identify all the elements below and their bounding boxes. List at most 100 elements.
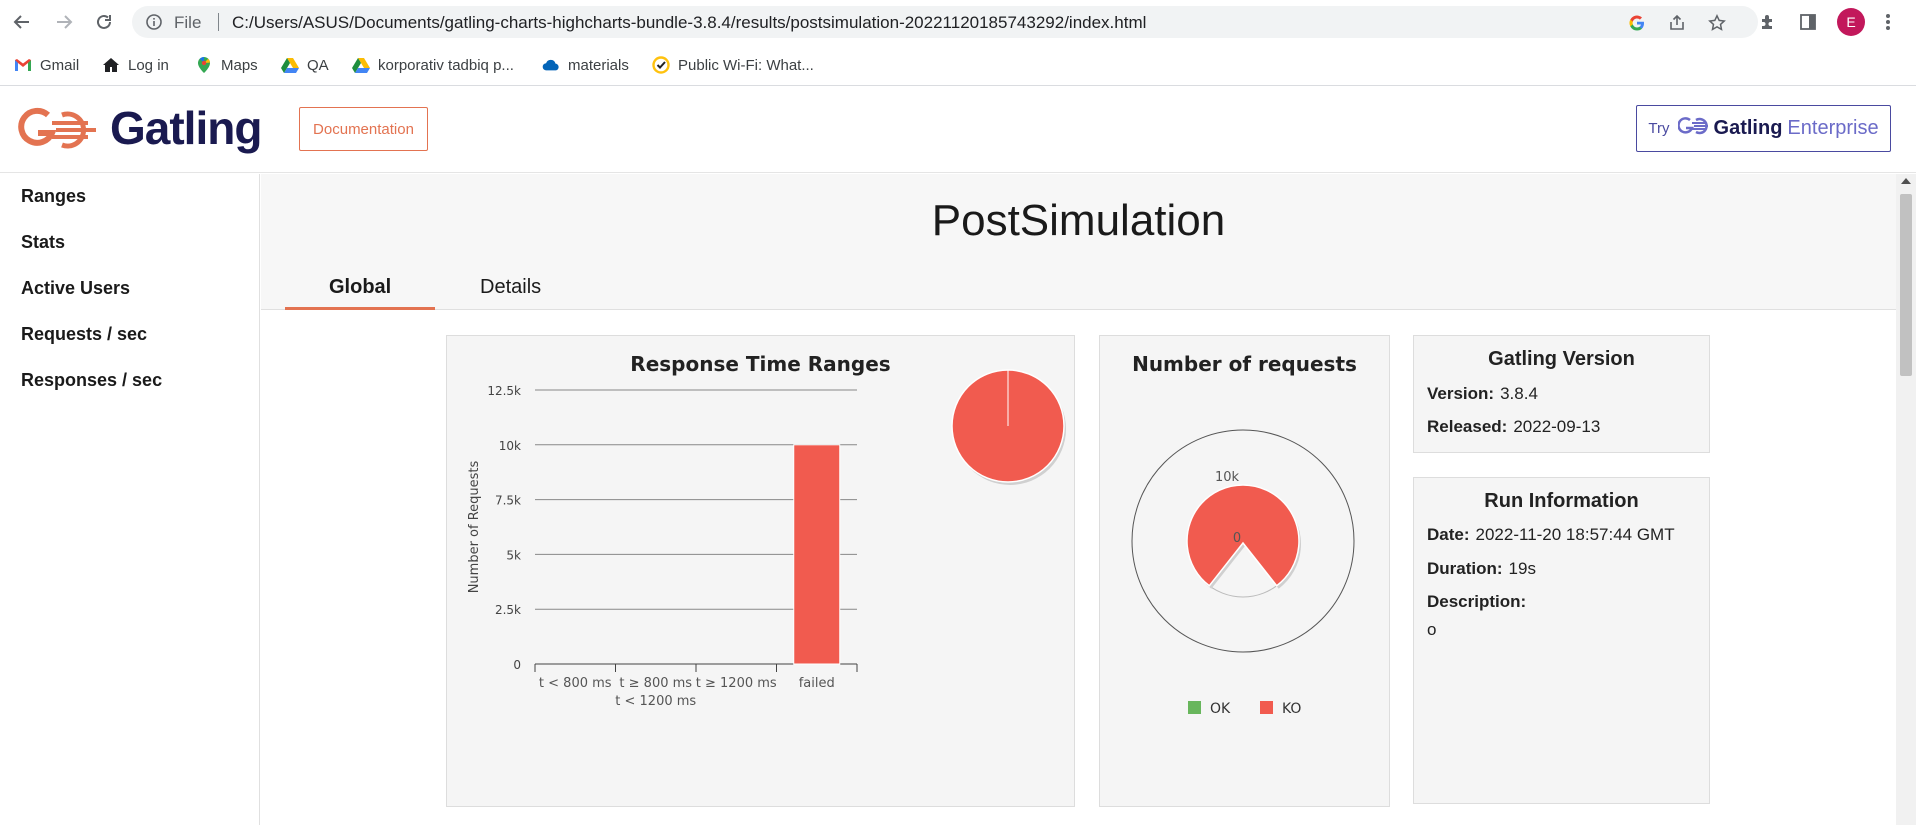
- bookmark-label: Public Wi-Fi: What...: [678, 56, 814, 74]
- description-value: o: [1427, 620, 1437, 639]
- x-tick-label: failed: [799, 676, 835, 691]
- bookmark-label: Gmail: [40, 56, 80, 74]
- drive-icon: [281, 56, 299, 74]
- bookmark-label: Log in: [128, 56, 169, 74]
- onedrive-icon: [542, 56, 560, 74]
- scroll-up-arrow-icon[interactable]: [1901, 178, 1911, 184]
- version-value: 3.8.4: [1500, 384, 1538, 403]
- response-time-ranges-chart: 0 2.5k 5k 7.5k 10k 12.5k Number of Requests t <…: [467, 369, 1066, 709]
- y-tick-label: 5k: [506, 548, 521, 562]
- gmail-icon: [14, 56, 32, 74]
- active-tab-indicator: [285, 307, 435, 310]
- address-bar[interactable]: File C:/Users/ASUS/Documents/gatling-cha…: [132, 6, 1758, 38]
- sidebar-item-ranges[interactable]: Ranges: [21, 186, 86, 207]
- y-axis-label: Number of Requests: [467, 460, 482, 593]
- released-row: Released: 2022-09-13: [1427, 417, 1600, 437]
- enterprise-logo-icon: [1676, 116, 1708, 141]
- sidebar-item-active-users[interactable]: Active Users: [21, 278, 130, 299]
- version-key: Version:: [1427, 384, 1495, 403]
- tab-details[interactable]: Details: [480, 276, 541, 299]
- maps-icon: [195, 56, 213, 74]
- enterprise-suffix: Enterprise: [1787, 117, 1879, 139]
- share-icon[interactable]: [1668, 14, 1686, 32]
- legend-label-ko: KO: [1282, 701, 1301, 717]
- info-icon[interactable]: [146, 14, 162, 35]
- duration-key: Duration:: [1427, 559, 1503, 578]
- enterprise-brand: Gatling: [1713, 117, 1783, 139]
- date-value: 2022-11-20 18:57:44 GMT: [1475, 525, 1675, 544]
- y-tick-label: 12.5k: [487, 384, 521, 398]
- number-of-requests-chart: 10k 0 OK KO: [1131, 429, 1355, 717]
- forward-icon[interactable]: [52, 10, 76, 34]
- back-icon[interactable]: [10, 10, 34, 34]
- y-tick-label: 0: [513, 658, 521, 672]
- pie-data-label: 10k: [1215, 470, 1240, 485]
- response-time-ranges-panel: Response Time Ranges 0 2.5k 5k 7.5k 10k 12.5k…: [446, 335, 1075, 807]
- date-key: Date:: [1427, 525, 1470, 544]
- pie-data-label: 0: [1233, 531, 1241, 546]
- released-key: Released:: [1427, 417, 1508, 436]
- bookmark-maps[interactable]: Maps: [195, 54, 258, 76]
- bookmark-korporativ[interactable]: korporativ tadbiq p...: [352, 54, 514, 76]
- legend-label-ok: OK: [1210, 701, 1231, 717]
- google-icon[interactable]: [1628, 14, 1646, 32]
- reload-icon[interactable]: [92, 10, 116, 34]
- gatling-logo-text[interactable]: Gatling: [110, 101, 262, 155]
- url-text[interactable]: C:/Users/ASUS/Documents/gatling-charts-h…: [232, 13, 1146, 33]
- description-row: Description:: [1427, 592, 1532, 612]
- tab-global[interactable]: Global: [329, 276, 391, 299]
- description-key: Description:: [1427, 592, 1527, 611]
- bookmark-label: materials: [568, 56, 629, 74]
- x-tick-label: t ≥ 800 ms: [619, 676, 692, 691]
- bookmark-gmail[interactable]: Gmail: [14, 54, 79, 76]
- norton-icon: [652, 56, 670, 74]
- number-of-requests-panel: Number of requests 10k 0 OK KO: [1099, 335, 1390, 807]
- bookmark-star-icon[interactable]: [1708, 14, 1726, 32]
- bookmark-label: korporativ tadbiq p...: [378, 56, 514, 74]
- released-value: 2022-09-13: [1513, 417, 1601, 436]
- legend-swatch-ko: [1260, 701, 1273, 714]
- date-row: Date: 2022-11-20 18:57:44 GMT: [1427, 525, 1675, 545]
- profile-avatar[interactable]: E: [1837, 8, 1865, 36]
- bookmark-public-wifi[interactable]: Public Wi-Fi: What...: [652, 54, 814, 76]
- browser-toolbar: File C:/Users/ASUS/Documents/gatling-cha…: [0, 0, 1916, 44]
- gatling-version-panel: Gatling Version Version: 3.8.4 Released: 2…: [1413, 335, 1710, 453]
- sidebar-item-stats[interactable]: Stats: [21, 232, 65, 253]
- run-information-panel: Run Information Date: 2022-11-20 18:57:44…: [1413, 477, 1710, 804]
- x-tick-label: t ≥ 1200 ms: [696, 676, 777, 691]
- bookmark-label: QA: [307, 56, 329, 74]
- sidebar-item-requests-sec[interactable]: Requests / sec: [21, 324, 147, 345]
- run-information-title: Run Information: [1484, 490, 1639, 512]
- bookmark-materials[interactable]: materials: [542, 54, 629, 76]
- try-enterprise-button[interactable]: Try Gatling Enterprise: [1636, 105, 1891, 152]
- bookmark-login[interactable]: Log in: [102, 54, 169, 76]
- page-scrollbar[interactable]: [1896, 174, 1916, 825]
- version-row: Version: 3.8.4: [1427, 384, 1538, 404]
- sidebar-item-responses-sec[interactable]: Responses / sec: [21, 370, 162, 391]
- file-scheme-label: File: [174, 13, 202, 32]
- home-icon: [102, 56, 120, 74]
- duration-value: 19s: [1508, 559, 1536, 578]
- documentation-button[interactable]: Documentation: [299, 107, 428, 151]
- simulation-header: PostSimulation Global Details: [261, 174, 1896, 310]
- menu-dots-icon[interactable]: [1876, 10, 1900, 34]
- try-label: Try: [1648, 120, 1670, 137]
- bookmark-qa[interactable]: QA: [281, 54, 329, 76]
- side-panel-icon[interactable]: [1796, 10, 1820, 34]
- gatling-logo-icon[interactable]: [18, 107, 98, 158]
- x-tick-label: t < 800 ms: [539, 676, 612, 691]
- bar-3: [793, 444, 841, 665]
- y-tick-label: 10k: [499, 439, 521, 453]
- legend-swatch-ok: [1188, 701, 1201, 714]
- y-tick-label: 7.5k: [495, 494, 521, 508]
- page-title: PostSimulation: [931, 196, 1226, 245]
- drive-icon: [352, 56, 370, 74]
- duration-row: Duration: 19s: [1427, 559, 1536, 579]
- x-tick-label: t < 1200 ms: [615, 694, 696, 709]
- y-tick-label: 2.5k: [495, 603, 521, 617]
- bookmarks-bar: Gmail Log in Maps QA korporativ tadbiq p…: [0, 44, 1916, 86]
- extensions-icon[interactable]: [1756, 10, 1780, 34]
- scrollbar-thumb[interactable]: [1900, 194, 1912, 376]
- bookmark-label: Maps: [221, 56, 258, 74]
- gatling-version-title: Gatling Version: [1488, 348, 1635, 370]
